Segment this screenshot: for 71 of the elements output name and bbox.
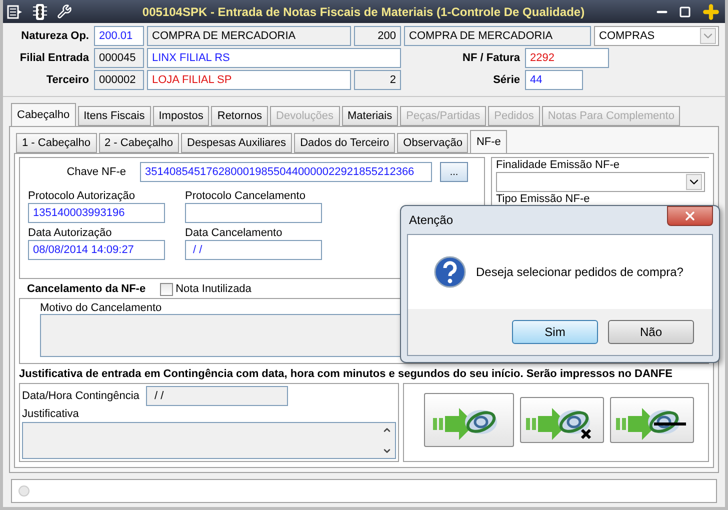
tab[interactable]: NF-e [470, 130, 507, 153]
close-icon [683, 209, 697, 223]
terceiro-number-field[interactable]: 2 [354, 70, 401, 90]
tab[interactable]: Despesas Auxiliares [181, 133, 292, 153]
tab[interactable]: Itens Fiscais [78, 106, 151, 126]
tab[interactable]: 2 - Cabeçalho [98, 133, 179, 153]
tab[interactable]: 1 - Cabeçalho [16, 133, 96, 153]
status-indicator-icon [18, 485, 30, 497]
tab[interactable]: Observação [397, 133, 468, 153]
tab[interactable]: Retornos [211, 106, 268, 126]
dialog-title: Atenção [409, 213, 454, 227]
scroll-down-icon[interactable] [382, 446, 392, 456]
dialog-button[interactable]: Sim [512, 320, 598, 344]
wrench-icon[interactable] [57, 4, 72, 19]
dialog-button[interactable]: Não [608, 320, 694, 344]
nf-number-field[interactable]: 2292 [525, 48, 609, 68]
section-title: Cancelamento da NF-e [27, 282, 146, 296]
lookup-button[interactable]: ... [440, 162, 468, 182]
plus-icon[interactable] [701, 2, 721, 22]
window-title: 005104SPK - Entrada de Notas Fiscais de Materiais (1-Controle De Qualidade) [141, 4, 586, 18]
tab[interactable]: Impostos [152, 106, 210, 126]
dropdown-icon [700, 28, 716, 44]
dropdown-icon [686, 174, 702, 190]
cancellation-protocol-field[interactable] [185, 203, 322, 223]
dialog-message: Deseja selecionar pedidos de compra? [476, 265, 684, 279]
authorization-protocol-field[interactable]: 135140003993196 [28, 203, 165, 223]
field-label: NF / Fatura [462, 52, 521, 64]
question-icon [434, 256, 466, 288]
filial-code-field[interactable]: 000045 [94, 48, 144, 68]
field-label: Tipo Emissão NF-e [496, 193, 591, 205]
maximize-icon[interactable] [679, 6, 691, 18]
field-label: Filial Entrada [18, 52, 90, 64]
field-label: Série [492, 74, 521, 86]
field-label: Data/Hora Contingência [22, 390, 140, 402]
field-label: Data Autorização [28, 227, 113, 239]
nfe-send-button[interactable] [424, 392, 514, 446]
tab[interactable]: Materiais [342, 106, 398, 126]
close-button[interactable] [667, 206, 713, 226]
field-label: Chave NF-e [66, 166, 127, 178]
field-label: Data Cancelamento [185, 227, 284, 239]
justification-field[interactable] [22, 422, 396, 459]
cancellation-date-field[interactable]: / / [185, 240, 322, 260]
tab[interactable]: Cabeçalho [11, 103, 76, 126]
field-label: Terceiro [45, 74, 90, 86]
section-title: Justificativa de entrada em Contingência com data, hora com minutos e segundos do seu início. Serão impressos no DANFE [19, 367, 674, 381]
field-label: Finalidade Emissão NF-e [496, 159, 620, 171]
serie-field[interactable]: 44 [525, 70, 583, 90]
natureza-description-field[interactable]: COMPRA DE MERCADORIA [404, 26, 591, 46]
field-label: Motivo do Cancelamento [40, 302, 163, 314]
nfe-void-button[interactable] [610, 396, 694, 442]
terceiro-code-field[interactable]: 000002 [94, 70, 144, 90]
authorization-date-field[interactable]: 08/08/2014 14:09:27 [28, 240, 165, 260]
nfe-key-field[interactable]: 35140854517628000198550440000022921855212366 [140, 162, 432, 182]
natureza-code-field[interactable]: 200.01 [94, 26, 144, 46]
contingency-date-field[interactable]: / / [146, 386, 288, 406]
type-select[interactable]: COMPRAS [594, 26, 719, 46]
checkbox[interactable]: Nota Inutilizada [160, 282, 252, 296]
field-label: Natureza Op. [20, 30, 90, 42]
field-label: Protocolo Autorização [28, 190, 136, 202]
scroll-up-icon[interactable] [382, 425, 392, 435]
filial-name-field[interactable]: LINX FILIAL RS [147, 48, 401, 68]
field-label: Justificativa [22, 408, 80, 420]
tab[interactable]: Dados do Terceiro [294, 133, 396, 153]
menu-icon[interactable] [7, 4, 23, 20]
traffic-light-icon[interactable] [33, 2, 47, 20]
nfe-cancel-button[interactable] [520, 396, 604, 442]
field-label: Protocolo Cancelamento [185, 190, 306, 202]
natureza-description-field[interactable]: COMPRA DE MERCADORIA [147, 26, 351, 46]
natureza-number-field[interactable]: 200 [354, 26, 401, 46]
terceiro-name-field[interactable]: LOJA FILIAL SP [147, 70, 351, 90]
purpose-select[interactable] [496, 172, 705, 192]
